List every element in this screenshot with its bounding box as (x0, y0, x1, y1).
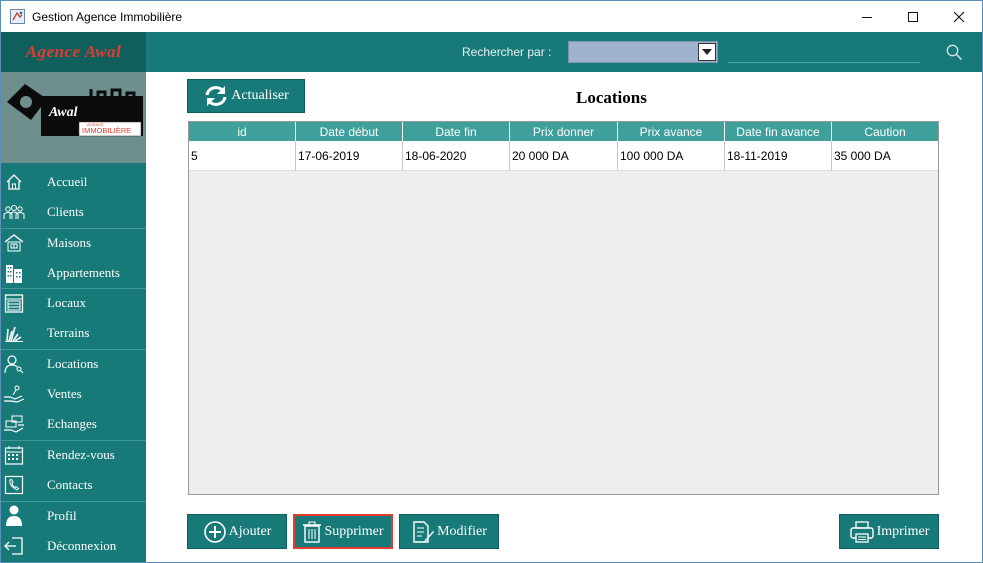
brand-logo: Agence Awal (1, 32, 146, 72)
sidebar-item-clients[interactable]: Clients (1, 197, 146, 227)
table-body: 5 17-06-2019 18-06-2020 20 000 DA 100 00… (189, 141, 938, 171)
table-header: id Date début Date fin Prix donner Prix … (189, 122, 938, 141)
sidebar-item-label: Locaux (47, 295, 86, 310)
table-row[interactable]: 5 17-06-2019 18-06-2020 20 000 DA 100 00… (189, 141, 938, 171)
search-icon (946, 44, 962, 60)
column-header[interactable]: Date fin (403, 122, 510, 141)
search-button[interactable] (942, 40, 966, 64)
table-cell: 18-06-2020 (403, 141, 510, 170)
refresh-icon (205, 86, 227, 106)
user-icon (3, 505, 25, 527)
delete-button[interactable]: Supprimer (293, 514, 393, 549)
grass-icon (3, 322, 25, 344)
table-cell: 18-11-2019 (725, 141, 832, 170)
close-icon (953, 11, 965, 22)
search-criteria-select[interactable] (568, 41, 718, 63)
maximize-button[interactable] (890, 1, 936, 32)
sidebar-item-maisons[interactable]: Maisons (1, 228, 146, 258)
sidebar-item-label: Maisons (47, 235, 92, 250)
page-title: Locations (576, 88, 647, 107)
sidebar-item-ventes[interactable]: Ventes (1, 379, 146, 409)
sidebar-item-label: Ventes (47, 386, 82, 401)
close-button[interactable] (936, 1, 982, 32)
logo-text: Awal (48, 105, 78, 120)
locations-table[interactable]: id Date début Date fin Prix donner Prix … (188, 121, 939, 495)
sidebar-item-rendez-vous[interactable]: Rendez-vous (1, 440, 146, 470)
refresh-label: Actualiser (231, 88, 289, 103)
sidebar-item-locaux[interactable]: Locaux (1, 288, 146, 318)
sidebar-item-profil[interactable]: Profil (1, 501, 146, 531)
chevron-down-icon (702, 48, 712, 55)
house-icon (3, 232, 25, 254)
sidebar-item-label: Rendez-vous (47, 447, 115, 462)
sidebar-item-label: Echanges (47, 416, 97, 431)
logo-sub-immobiliere: IMMOBILIÈRE (82, 126, 131, 135)
table-cell: 20 000 DA (510, 141, 618, 170)
maximize-icon (908, 11, 918, 22)
store-icon (3, 292, 25, 314)
building-icon (3, 262, 25, 284)
sidebar-item-label: Locations (47, 356, 99, 371)
dropdown-arrow[interactable] (698, 43, 716, 61)
plus-circle-icon (203, 520, 226, 543)
column-header[interactable]: Prix donner (510, 122, 618, 141)
sidebar-item-locations[interactable]: Locations (1, 349, 146, 379)
home-icon (3, 171, 25, 193)
logout-icon (3, 535, 25, 557)
main-content: Actualiser Locations id Date début Date … (146, 72, 982, 562)
column-header[interactable]: Prix avance (618, 122, 725, 141)
sidebar-item-label: Profil (47, 508, 77, 523)
key-logo-icon: Awal AGENCE IMMOBILIÈRE (1, 72, 146, 163)
table-cell: 35 000 DA (834, 148, 891, 163)
app-icon (10, 9, 25, 24)
sidebar-item-accueil[interactable]: Accueil (1, 167, 146, 197)
app-window: Gestion Agence Immobilière Agence Awal R… (0, 0, 983, 563)
table-cell: 5 (189, 141, 296, 170)
calendar-icon (3, 444, 25, 466)
table-cell: 17-06-2019 (296, 141, 403, 170)
hand-key-icon (3, 383, 25, 405)
sidebar-item-terrains[interactable]: Terrains (1, 318, 146, 348)
trash-icon (303, 521, 322, 543)
column-header[interactable]: id (189, 122, 296, 141)
edit-label: Modifier (437, 523, 487, 539)
people-icon (3, 201, 25, 223)
sidebar-item-label: Accueil (47, 174, 88, 189)
top-bar: Agence Awal Rechercher par : (1, 32, 982, 72)
sidebar-item-echanges[interactable]: Echanges (1, 409, 146, 439)
search-input[interactable] (728, 41, 920, 63)
exchange-icon (3, 413, 25, 435)
print-label: Imprimer (876, 523, 930, 539)
delete-label: Supprimer (324, 523, 384, 539)
sidebar-item-label: Clients (47, 204, 84, 219)
sidebar-item-label: Appartements (47, 265, 120, 280)
refresh-button[interactable]: Actualiser (187, 79, 305, 113)
printer-icon (849, 520, 874, 543)
sidebar-item-appartements[interactable]: Appartements (1, 258, 146, 288)
add-label: Ajouter (228, 523, 272, 539)
agency-logo: Awal AGENCE IMMOBILIÈRE (1, 72, 146, 163)
minimize-button[interactable] (844, 1, 890, 32)
sidebar-item-contacts[interactable]: Contacts (1, 470, 146, 500)
minimize-icon (862, 16, 872, 18)
window-title: Gestion Agence Immobilière (32, 10, 183, 24)
sidebar: Awal AGENCE IMMOBILIÈRE Accueil Clients … (1, 72, 146, 562)
print-button[interactable]: Imprimer (839, 514, 939, 549)
edit-button[interactable]: Modifier (399, 514, 499, 549)
column-header[interactable]: Date fin avance (725, 122, 832, 141)
add-button[interactable]: Ajouter (187, 514, 287, 549)
table-cell: 100 000 DA (618, 141, 725, 170)
column-header[interactable]: Date début (296, 122, 403, 141)
title-bar: Gestion Agence Immobilière (1, 1, 982, 32)
sidebar-item-label: Terrains (47, 325, 90, 340)
edit-document-icon (413, 520, 435, 543)
user-key-icon (3, 353, 25, 375)
phone-icon (3, 474, 25, 496)
brand-name: Agence Awal (25, 42, 122, 61)
sidebar-item-label: Déconnexion (47, 538, 117, 553)
search-label: Rechercher par : (462, 45, 552, 59)
sidebar-item-deconnexion[interactable]: Déconnexion (1, 531, 146, 561)
column-header[interactable]: Caution (832, 122, 938, 141)
sidebar-item-label: Contacts (47, 477, 93, 492)
